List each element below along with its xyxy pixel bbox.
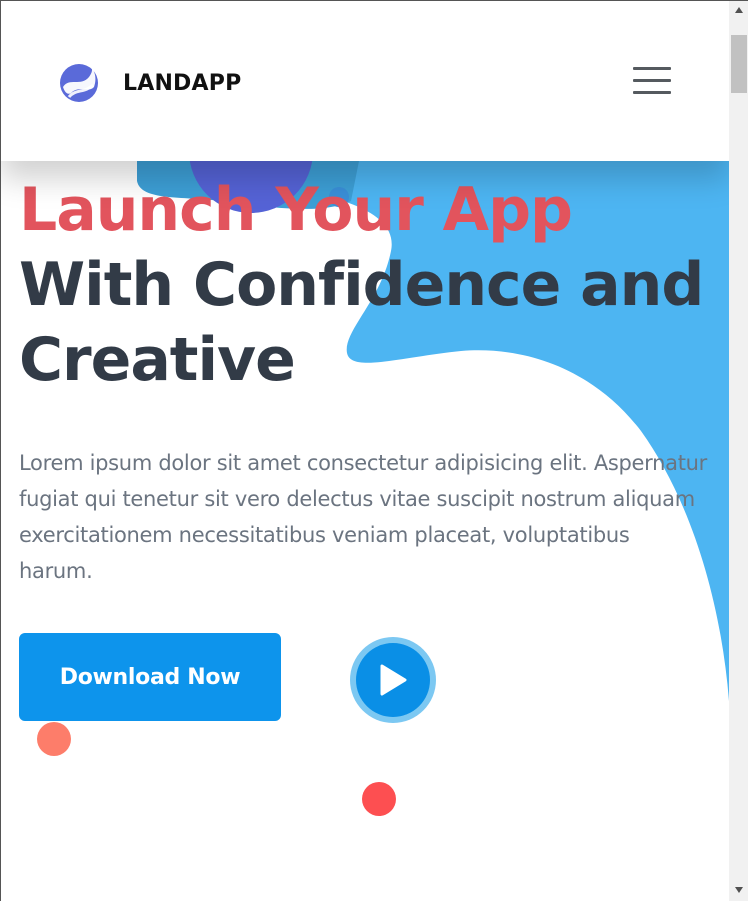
menu-bar-bottom — [633, 91, 671, 94]
page-viewport: LANDAPP Launch Your App With Confidence … — [1, 1, 729, 901]
decorative-red-dot — [362, 782, 396, 816]
site-header: LANDAPP — [1, 1, 729, 161]
scrollbar-thumb[interactable] — [731, 35, 747, 93]
download-now-button[interactable]: Download Now — [19, 633, 281, 721]
brand-logo[interactable]: LANDAPP — [59, 63, 241, 103]
brand-name: LANDAPP — [123, 70, 242, 96]
scroll-up-arrow-icon — [735, 7, 743, 13]
decorative-coral-dot — [37, 722, 71, 756]
hero-description: Lorem ipsum dolor sit amet consectetur a… — [19, 451, 707, 583]
hamburger-menu-icon[interactable] — [633, 67, 671, 97]
scroll-down-arrow-icon — [735, 887, 743, 893]
browser-frame: LANDAPP Launch Your App With Confidence … — [0, 0, 748, 901]
play-video-button[interactable] — [350, 637, 436, 723]
play-icon — [380, 664, 407, 696]
hero-title-accent: Launch Your App — [19, 175, 573, 245]
vertical-scrollbar[interactable] — [729, 1, 748, 901]
hero-title-rest: With Confidence and Creative — [19, 250, 704, 395]
scroll-up-button[interactable] — [729, 1, 748, 19]
scroll-down-button[interactable] — [729, 881, 748, 899]
menu-bar-middle — [633, 79, 671, 82]
landapp-logo-icon — [60, 64, 98, 102]
hero-title: Launch Your App With Confidence and Crea… — [19, 173, 719, 398]
menu-bar-top — [633, 67, 671, 70]
